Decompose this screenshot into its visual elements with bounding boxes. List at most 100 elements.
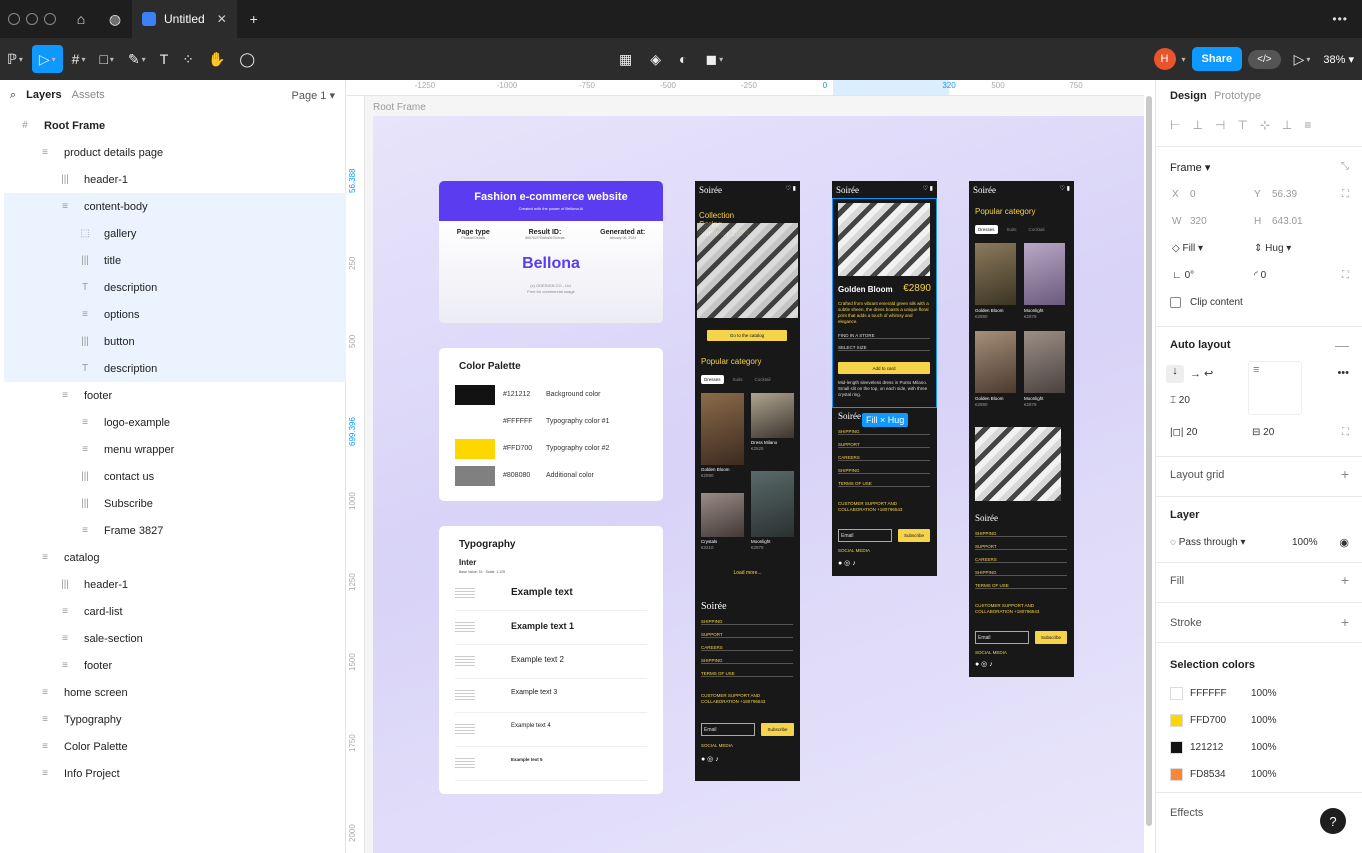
product-image[interactable] (975, 331, 1016, 393)
comment-tool-button[interactable]: ◯ (232, 38, 262, 80)
home-screen-frame[interactable]: Soirée ♡ ▮ Collection Spring-Summer 2024… (695, 181, 800, 781)
add-fill-icon[interactable]: + (1341, 572, 1349, 588)
footer-link[interactable]: SHIPPING (701, 658, 793, 664)
layer-item[interactable]: ≡ footer (4, 652, 346, 679)
main-menu-button[interactable]: ℙ ▾ (0, 38, 30, 80)
root-frame[interactable]: Fashion e-commerce website Created with … (373, 116, 1144, 853)
tab-layers[interactable]: Layers (26, 89, 61, 101)
layer-item[interactable]: ≡ Info Project (4, 760, 346, 787)
layer-item[interactable]: Tdescription (4, 355, 346, 382)
layer-opacity[interactable]: 100% (1292, 537, 1318, 548)
category-chip[interactable]: Suits (730, 375, 746, 384)
globe-icon[interactable]: ◍ (98, 0, 132, 38)
product-image[interactable] (1024, 243, 1065, 305)
horizontal-padding-field[interactable]: |◻| 20 (1170, 427, 1197, 438)
selection-color-opacity[interactable]: 100% (1251, 688, 1277, 699)
footer-link[interactable]: SHIPPING (975, 570, 1067, 576)
close-tab-icon[interactable]: ✕ (217, 12, 227, 26)
selection-color-swatch[interactable] (1170, 714, 1183, 727)
social-icons[interactable]: ● ◎ ♪ (838, 559, 856, 567)
footer-link[interactable]: CAREERS (701, 645, 793, 651)
layer-item[interactable]: ≡ options (4, 301, 346, 328)
corner-icon[interactable]: ⛶ (1342, 270, 1349, 281)
layer-item[interactable]: ≡ Color Palette (4, 733, 346, 760)
y-field[interactable]: 56.39 (1272, 189, 1297, 200)
share-button[interactable]: Share (1191, 47, 1243, 71)
tab-design[interactable]: Design (1170, 90, 1207, 102)
footer-link[interactable]: TERMS OF USE (975, 583, 1067, 589)
root-frame-label[interactable]: Root Frame (373, 102, 426, 113)
width-mode[interactable]: ◇ Fill ▾ (1172, 243, 1203, 254)
gap-field[interactable]: ⌶ 20 (1170, 395, 1190, 406)
alignment-grid[interactable]: ≡ (1248, 361, 1302, 415)
layer-item[interactable]: ||| contact us (4, 463, 346, 490)
social-icons[interactable]: ● ◎ ♪ (975, 660, 993, 668)
layer-item[interactable]: ≡ card-list (4, 598, 346, 625)
category-chip[interactable]: Dresses (701, 375, 724, 384)
social-icons[interactable]: ● ◎ ♪ (701, 755, 719, 763)
email-input[interactable]: Email (975, 631, 1029, 644)
canvas[interactable]: Root Frame Fashion e-commerce website Cr… (365, 96, 1144, 853)
new-tab-icon[interactable]: + (237, 0, 271, 38)
product-image[interactable] (701, 393, 744, 465)
footer-link[interactable]: SHIPPING (838, 468, 930, 474)
footer-link[interactable]: TERMS OF USE (838, 481, 930, 487)
vertical-padding-field[interactable]: ⊟ 20 (1252, 427, 1274, 438)
grid-icon[interactable]: ▦ (612, 38, 639, 80)
more-options-icon[interactable]: ••• (1337, 367, 1349, 379)
go-to-catalog-button[interactable]: Go to the catalog (707, 330, 787, 341)
layer-item[interactable]: ≡ content-body (4, 193, 346, 220)
frame-label[interactable]: Frame ▾ (1170, 161, 1210, 174)
component-icon[interactable]: ◈ (643, 38, 668, 80)
category-chip[interactable]: Dresses (975, 225, 998, 234)
product-image[interactable] (975, 243, 1016, 305)
search-icon[interactable]: ⌕ (10, 89, 16, 102)
color-palette-card[interactable]: Color Palette #121212 Background color #FF… (439, 348, 663, 501)
footer-link[interactable]: SUPPORT (975, 544, 1067, 550)
heart-bag-icon[interactable]: ♡ ▮ (1060, 185, 1070, 192)
remove-auto-layout-icon[interactable]: — (1335, 337, 1349, 353)
product-image[interactable] (751, 393, 794, 438)
footer-link[interactable]: CAREERS (838, 455, 930, 461)
layer-item[interactable]: ||| title (4, 247, 346, 274)
product-image[interactable] (701, 493, 744, 537)
product-image[interactable] (1024, 331, 1065, 393)
resize-icon[interactable]: ⤡ (1341, 161, 1349, 172)
sale-banner-image[interactable] (975, 427, 1061, 501)
layer-item[interactable]: ≡ catalog (4, 544, 346, 571)
add-stroke-icon[interactable]: + (1341, 614, 1349, 630)
selection-color-opacity[interactable]: 100% (1251, 742, 1277, 753)
text-tool-button[interactable]: T (153, 38, 176, 80)
window-controls[interactable] (8, 13, 56, 25)
canvas-scrollbar[interactable] (1146, 96, 1152, 826)
selection-color-opacity[interactable]: 100% (1251, 715, 1277, 726)
resources-tool-button[interactable]: ⁘ (175, 38, 201, 80)
category-chip[interactable]: Suits (1004, 225, 1020, 234)
pen-tool-button[interactable]: ✎ ▾ (121, 38, 153, 80)
selection-box[interactable] (832, 198, 937, 408)
file-tab[interactable]: Untitled ✕ (132, 0, 237, 38)
dev-mode-toggle[interactable]: </> (1248, 49, 1281, 69)
layer-item[interactable]: ||| Subscribe (4, 490, 346, 517)
layer-item[interactable]: ||| header-1 (4, 166, 346, 193)
direction-vertical-icon[interactable]: ↓ (1166, 365, 1184, 383)
boolean-icon[interactable]: ◼ ▾ (698, 38, 730, 80)
typography-card[interactable]: Typography Inter Base Value: 16 · Scale:… (439, 526, 663, 794)
footer-link[interactable]: SUPPORT (838, 442, 930, 448)
layer-item[interactable]: ≡ logo-example (4, 409, 346, 436)
footer-link[interactable]: TERMS OF USE (701, 671, 793, 677)
direction-horizontal-icon[interactable]: → ↩ (1190, 367, 1213, 380)
selection-color-hex[interactable]: FFD700 (1190, 715, 1226, 726)
w-field[interactable]: 320 (1190, 216, 1207, 227)
padding-individual-icon[interactable]: ⛶ (1342, 427, 1349, 438)
home-icon[interactable]: ⌂ (64, 0, 98, 38)
footer-link[interactable]: CAREERS (975, 557, 1067, 563)
layer-item[interactable]: ||| button (4, 328, 346, 355)
zoom-level[interactable]: 38% ▾ (1323, 53, 1354, 66)
selection-color-hex[interactable]: FD8534 (1190, 769, 1226, 780)
frame-tool-button[interactable]: # ▾ (65, 38, 93, 80)
eye-icon[interactable]: ◉ (1339, 536, 1349, 549)
more-icon[interactable]: ••• (1332, 12, 1348, 26)
constraints-icon[interactable]: ⛶ (1342, 189, 1349, 200)
selection-color-swatch[interactable] (1170, 687, 1183, 700)
